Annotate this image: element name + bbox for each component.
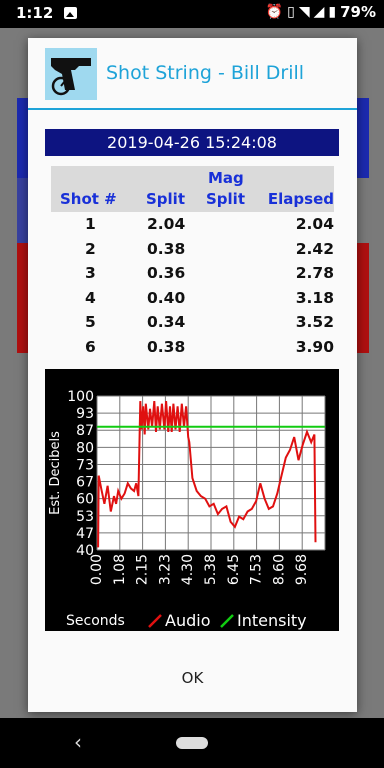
header-shot: Shot # [60, 190, 117, 208]
status-bar: 1:12 ⏰ ▯ ◥ ◢ ▮ 79% [0, 0, 384, 28]
status-time: 1:12 [16, 4, 54, 22]
x-tick-label: 2.15 [135, 554, 151, 585]
header-split: Split [146, 190, 185, 208]
wifi-icon: ◥ [298, 4, 310, 20]
shot-string-dialog: Shot String - Bill Drill 2019-04-26 15:2… [28, 38, 357, 712]
navigation-bar: ‹ [0, 718, 384, 768]
x-tick-label: 8.60 [271, 554, 287, 585]
cell-shot: 1 [85, 215, 96, 233]
dialog-header: Shot String - Bill Drill [28, 38, 357, 110]
table-row: 2 0.38 2.42 [51, 237, 334, 262]
x-tick-label: 4.30 [180, 554, 196, 585]
cell-split: 0.36 [147, 264, 186, 282]
x-tick-label: 5.38 [203, 554, 219, 585]
header-elapsed: Elapsed [267, 190, 334, 208]
cell-elapsed: 3.52 [295, 313, 334, 331]
table-row: 5 0.34 3.52 [51, 310, 334, 335]
battery-percent: 79% [340, 3, 376, 21]
table-row: 3 0.36 2.78 [51, 261, 334, 286]
cell-shot: 2 [85, 239, 96, 258]
home-pill-icon[interactable] [176, 737, 208, 749]
cell-elapsed: 2.42 [295, 239, 334, 258]
y-tick-label: 87 [76, 423, 94, 439]
x-axis-label: Seconds [66, 613, 125, 629]
y-tick-label: 100 [67, 389, 94, 405]
y-tick-label: 93 [76, 406, 94, 422]
vibrate-icon: ▯ [287, 4, 295, 20]
y-tick-label: 67 [76, 475, 94, 491]
status-icons: ⏰ ▯ ◥ ◢ ▮ 79% [266, 3, 376, 21]
cell-shot: 5 [85, 313, 96, 331]
cell-elapsed: 3.18 [295, 288, 334, 307]
y-tick-label: 73 [76, 457, 94, 473]
cell-elapsed: 3.90 [295, 337, 334, 356]
cell-split: 0.40 [147, 288, 186, 307]
cell-split: 0.34 [147, 313, 186, 331]
cell-split: 2.04 [147, 215, 186, 233]
header-mag-top: Mag [208, 169, 244, 187]
gallery-icon [64, 7, 77, 19]
y-tick-label: 53 [76, 509, 94, 525]
cell-elapsed: 2.04 [295, 215, 334, 233]
ok-button[interactable]: OK [28, 658, 357, 698]
x-tick-label: 6.45 [226, 554, 242, 585]
shot-table: Shot # Split Mag Split Elapsed 1 2.04 2.… [51, 166, 334, 359]
signal-icon: ◢ [313, 4, 325, 20]
cell-shot: 6 [85, 337, 96, 356]
table-row: 1 2.04 2.04 [51, 212, 334, 237]
y-tick-label: 80 [76, 440, 94, 456]
cell-elapsed: 2.78 [295, 264, 334, 282]
table-body: 1 2.04 2.04 2 0.38 2.42 3 0.36 2.78 4 0.… [51, 212, 334, 359]
decibel-chart: 100 93 87 80 73 67 60 53 47 40 0.00 1.08 2.15 3.23 4.3… [45, 369, 339, 631]
table-row: 6 0.38 3.90 [51, 335, 334, 360]
legend-swatch-audio [148, 614, 162, 628]
legend-swatch-intensity [220, 614, 234, 628]
y-axis-label: Est. Decibels [48, 431, 63, 515]
header-divider [28, 108, 357, 110]
cell-split: 0.38 [147, 239, 186, 258]
chart-svg: 1009387807367605347400.00 1.08 2.15 3.23 4.3… [48, 389, 326, 630]
alarm-icon: ⏰ [265, 4, 284, 20]
cell-split: 0.38 [147, 337, 186, 356]
pistol-timer-icon [45, 48, 97, 100]
x-tick-label: 1.08 [112, 554, 128, 585]
dialog-title: Shot String - Bill Drill [106, 62, 305, 84]
x-tick-label: 9.68 [294, 554, 310, 585]
battery-icon: ▮ [328, 4, 337, 20]
legend-label-intensity: Intensity [237, 611, 307, 630]
table-header: Shot # Split Mag Split Elapsed [51, 166, 334, 212]
table-row: 4 0.40 3.18 [51, 286, 334, 311]
legend-label-audio: Audio [165, 611, 210, 630]
x-tick-label: 3.23 [157, 554, 173, 585]
cell-shot: 4 [85, 288, 96, 307]
x-tick-label: 7.53 [249, 554, 265, 585]
y-tick-label: 60 [76, 492, 94, 508]
cell-shot: 3 [85, 264, 96, 282]
y-tick-label: 47 [76, 526, 94, 542]
header-mag-bottom: Split [206, 190, 245, 208]
back-icon[interactable]: ‹ [74, 730, 82, 754]
date-banner: 2019-04-26 15:24:08 [45, 129, 339, 156]
x-tick-label: 0.00 [89, 554, 105, 585]
